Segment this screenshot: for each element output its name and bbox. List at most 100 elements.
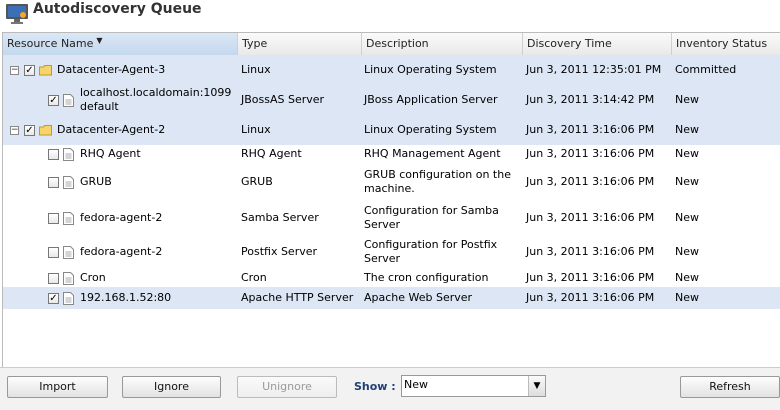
table-row[interactable]: fedora-agent-2 Samba Server Configuration … bbox=[3, 201, 780, 235]
table-row[interactable]: Cron Cron The cron configuration Jun 3, 201… bbox=[3, 269, 780, 287]
table-row[interactable]: GRUB GRUB GRUB configuration on the machin… bbox=[3, 163, 780, 201]
cell-inventory-status-text: New bbox=[675, 175, 699, 188]
cell-resource-name: fedora-agent-2 bbox=[3, 235, 237, 269]
cell-discovery-time: Jun 3, 2011 3:16:06 PM bbox=[524, 145, 672, 163]
column-header-discovery-time[interactable]: Discovery Time bbox=[523, 33, 672, 55]
table-row[interactable]: ✓ 192.168.1.52:80 Apache HTTP Server Apache… bbox=[3, 287, 780, 309]
file-icon bbox=[63, 93, 74, 107]
cell-discovery-time: Jun 3, 2011 3:16:06 PM bbox=[524, 115, 672, 145]
cell-description: Apache Web Server bbox=[362, 287, 522, 309]
collapse-icon[interactable]: − bbox=[10, 125, 19, 135]
cell-discovery-time: Jun 3, 2011 12:35:01 PM bbox=[524, 55, 672, 85]
cell-type-text: RHQ Agent bbox=[241, 147, 302, 160]
cell-resource-name: Cron bbox=[3, 269, 237, 287]
cell-inventory-status-text: New bbox=[675, 147, 699, 160]
cell-description-text: The cron configuration bbox=[364, 271, 489, 284]
table-row[interactable]: − ✓ Datacenter-Agent-3 Linux Linux Operating… bbox=[3, 55, 780, 85]
cell-description: Configuration for Samba Server bbox=[362, 201, 522, 235]
cell-discovery-time-text: Jun 3, 2011 3:16:06 PM bbox=[526, 123, 655, 136]
resource-name-text: fedora-agent-2 bbox=[80, 245, 163, 258]
cell-inventory-status: New bbox=[673, 287, 780, 309]
column-header-type[interactable]: Type bbox=[238, 33, 362, 55]
resource-name-text: Datacenter-Agent-2 bbox=[57, 123, 166, 136]
cell-inventory-status: Committed bbox=[673, 55, 780, 85]
title-bar: Autodiscovery Queue bbox=[0, 0, 780, 32]
cell-inventory-status-text: New bbox=[675, 245, 699, 258]
refresh-button[interactable]: Refresh bbox=[680, 376, 780, 398]
resource-name-text: GRUB bbox=[80, 175, 112, 188]
row-checkbox[interactable]: ✓ bbox=[48, 292, 59, 304]
row-checkbox[interactable] bbox=[48, 246, 59, 258]
file-icon bbox=[63, 291, 74, 305]
cell-type: JBossAS Server bbox=[239, 85, 361, 115]
cell-resource-name: ✓ 192.168.1.52:80 bbox=[3, 287, 237, 309]
import-button[interactable]: Import bbox=[7, 376, 108, 398]
row-checkbox[interactable]: ✓ bbox=[48, 94, 59, 106]
table-row[interactable]: − ✓ Datacenter-Agent-2 Linux Linux Operating… bbox=[3, 115, 780, 145]
column-header-inventory-status[interactable]: Inventory Status bbox=[672, 33, 780, 55]
row-checkbox[interactable] bbox=[48, 176, 59, 188]
cell-type-text: GRUB bbox=[241, 175, 273, 188]
cell-description-text: Apache Web Server bbox=[364, 291, 473, 304]
cell-description: RHQ Management Agent bbox=[362, 145, 522, 163]
cell-resource-name: − ✓ Datacenter-Agent-2 bbox=[3, 115, 237, 145]
column-header-label: Type bbox=[242, 37, 268, 50]
file-icon bbox=[63, 147, 74, 161]
cell-type-text: Linux bbox=[241, 123, 271, 136]
grid-header: Resource Name ▼ Type Description Discover… bbox=[3, 33, 780, 56]
cell-inventory-status: New bbox=[673, 235, 780, 269]
row-checkbox[interactable] bbox=[48, 272, 59, 284]
cell-discovery-time-text: Jun 3, 2011 3:16:06 PM bbox=[526, 211, 655, 224]
cell-inventory-status-text: New bbox=[675, 291, 699, 304]
cell-inventory-status-text: Committed bbox=[675, 63, 737, 76]
cell-resource-name: GRUB bbox=[3, 163, 237, 201]
cell-description: JBoss Application Server bbox=[362, 85, 522, 115]
bottom-toolbar: Import Ignore Unignore Show : New ▼ Refr… bbox=[0, 367, 780, 410]
table-row[interactable]: ✓ localhost.localdomain:1099 default JBoss… bbox=[3, 85, 780, 115]
resource-name-text: Cron bbox=[80, 271, 106, 284]
cell-discovery-time-text: Jun 3, 2011 3:16:06 PM bbox=[526, 147, 655, 160]
row-checkbox[interactable] bbox=[48, 212, 59, 224]
cell-discovery-time-text: Jun 3, 2011 12:35:01 PM bbox=[526, 63, 662, 76]
folder-icon bbox=[39, 64, 53, 76]
row-checkbox[interactable]: ✓ bbox=[24, 124, 35, 136]
show-filter-select[interactable]: New ▼ bbox=[401, 375, 546, 397]
cell-description-text: RHQ Management Agent bbox=[364, 147, 501, 160]
cell-type-text: Cron bbox=[241, 271, 267, 284]
cell-inventory-status-text: New bbox=[675, 271, 699, 284]
cell-description: Configuration for Postfix Server bbox=[362, 235, 522, 269]
row-checkbox[interactable] bbox=[48, 148, 59, 160]
resource-name-text: fedora-agent-2 bbox=[80, 211, 163, 224]
resource-name-text: RHQ Agent bbox=[80, 147, 141, 160]
cell-description-text: Configuration for Samba Server bbox=[364, 204, 499, 231]
cell-type-text: Samba Server bbox=[241, 211, 319, 224]
cell-description-text: Linux Operating System bbox=[364, 123, 497, 136]
column-header-label: Discovery Time bbox=[527, 37, 612, 50]
column-header-resource-name[interactable]: Resource Name ▼ bbox=[3, 33, 238, 55]
cell-resource-name: RHQ Agent bbox=[3, 145, 237, 163]
cell-discovery-time: Jun 3, 2011 3:16:06 PM bbox=[524, 287, 672, 309]
cell-inventory-status: New bbox=[673, 145, 780, 163]
ignore-button[interactable]: Ignore bbox=[122, 376, 221, 398]
cell-inventory-status: New bbox=[673, 115, 780, 145]
resource-name-text: 192.168.1.52:80 bbox=[80, 291, 172, 304]
column-header-description[interactable]: Description bbox=[362, 33, 523, 55]
cell-description: The cron configuration bbox=[362, 269, 522, 287]
cell-type: RHQ Agent bbox=[239, 145, 361, 163]
cell-type-text: JBossAS Server bbox=[241, 93, 325, 106]
cell-type: GRUB bbox=[239, 163, 361, 201]
page-title: Autodiscovery Queue bbox=[33, 1, 202, 17]
table-row[interactable]: RHQ Agent RHQ Agent RHQ Management Agent Ju… bbox=[3, 145, 780, 163]
folder-icon bbox=[39, 124, 53, 136]
cell-resource-name: fedora-agent-2 bbox=[3, 201, 237, 235]
cell-discovery-time-text: Jun 3, 2011 3:16:06 PM bbox=[526, 245, 655, 258]
cell-description: Linux Operating System bbox=[362, 115, 522, 145]
file-icon bbox=[63, 211, 74, 225]
resource-name-text: Datacenter-Agent-3 bbox=[57, 63, 166, 76]
row-checkbox[interactable]: ✓ bbox=[24, 64, 35, 76]
table-row[interactable]: fedora-agent-2 Postfix Server Configuratio… bbox=[3, 235, 780, 269]
file-icon bbox=[63, 245, 74, 259]
cell-type: Linux bbox=[239, 115, 361, 145]
collapse-icon[interactable]: − bbox=[10, 65, 19, 75]
chevron-down-icon[interactable]: ▼ bbox=[528, 376, 545, 396]
